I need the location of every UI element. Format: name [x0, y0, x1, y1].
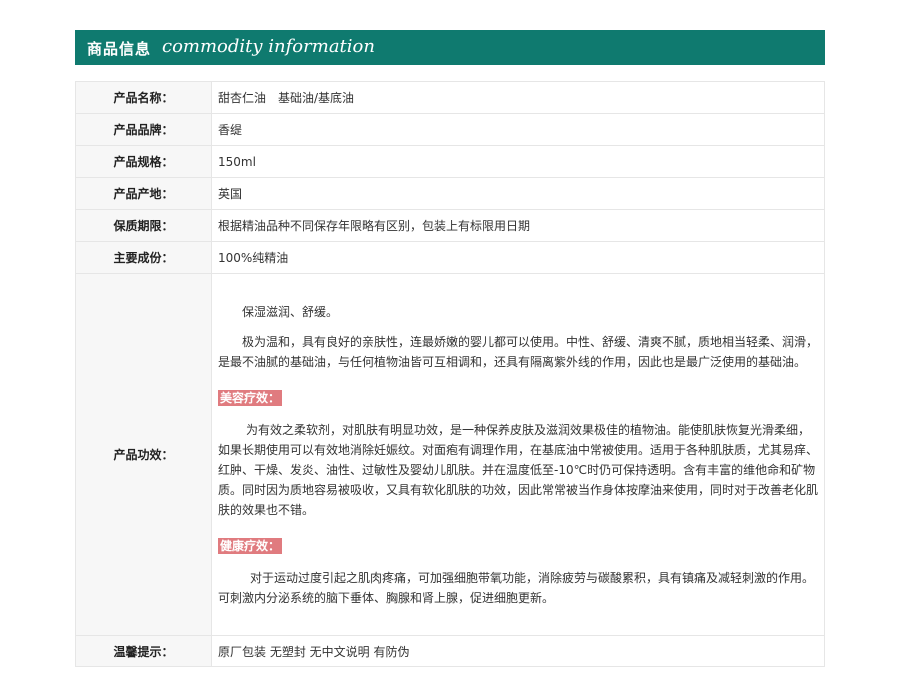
- effect-desc: 极为温和，具有良好的亲肤性，连最娇嫩的婴儿都可以使用。中性、舒缓、清爽不腻，质地…: [218, 334, 819, 369]
- table-row-spec: 产品规格： 150ml: [75, 145, 825, 178]
- beauty-effect-text: 为有效之柔软剂，对肌肤有明显功效，是一种保养皮肤及滋润效果极佳的植物油。能使肌肤…: [218, 422, 819, 517]
- row-value: 根据精油品种不同保存年限略有区别，包装上有标限用日期: [211, 209, 825, 242]
- table-row-effect: 产品功效： 保湿滋润、舒缓。 极为温和，具有良好的亲肤性，连最娇嫩的婴儿都可以使…: [75, 273, 825, 636]
- section-title-en: commodity information: [162, 36, 375, 57]
- effect-description: 保湿滋润、舒缓。 极为温和，具有良好的亲肤性，连最娇嫩的婴儿都可以使用。中性、舒…: [211, 273, 825, 636]
- row-value: 英国: [211, 177, 825, 210]
- row-value: 150ml: [211, 145, 825, 178]
- row-label: 产品名称：: [75, 81, 212, 114]
- beauty-effect-tag: 美容疗效：: [218, 389, 283, 406]
- section-header: 商品信息 commodity information: [75, 30, 825, 65]
- row-label: 产品规格：: [75, 145, 212, 178]
- section-title-cn: 商品信息: [87, 40, 152, 58]
- row-label: 产品产地：: [75, 177, 212, 210]
- health-effect-tag: 健康疗效：: [218, 537, 283, 554]
- row-label: 温馨提示：: [75, 635, 212, 667]
- row-label: 主要成份：: [75, 241, 212, 274]
- row-label: 产品功效：: [75, 273, 212, 636]
- row-value: 原厂包装 无塑封 无中文说明 有防伪: [211, 635, 825, 667]
- table-row-shelf-life: 保质期限： 根据精油品种不同保存年限略有区别，包装上有标限用日期: [75, 209, 825, 242]
- product-info-table: 产品名称： 甜杏仁油 基础油/基底油 产品品牌： 香缇 产品规格： 150ml …: [75, 81, 825, 667]
- row-value: 甜杏仁油 基础油/基底油: [211, 81, 825, 114]
- table-row-name: 产品名称： 甜杏仁油 基础油/基底油: [75, 81, 825, 114]
- table-row-brand: 产品品牌： 香缇: [75, 113, 825, 146]
- row-value: 香缇: [211, 113, 825, 146]
- table-row-ingredients: 主要成份： 100%纯精油: [75, 241, 825, 274]
- row-label: 保质期限：: [75, 209, 212, 242]
- health-effect-text: 对于运动过度引起之肌肉疼痛，可加强细胞带氧功能，消除疲劳与碳酸累积，具有镇痛及减…: [218, 570, 815, 605]
- effect-intro: 保湿滋润、舒缓。: [242, 304, 339, 319]
- table-row-origin: 产品产地： 英国: [75, 177, 825, 210]
- row-label: 产品品牌：: [75, 113, 212, 146]
- row-value: 100%纯精油: [211, 241, 825, 274]
- table-row-tips: 温馨提示： 原厂包装 无塑封 无中文说明 有防伪: [75, 635, 825, 667]
